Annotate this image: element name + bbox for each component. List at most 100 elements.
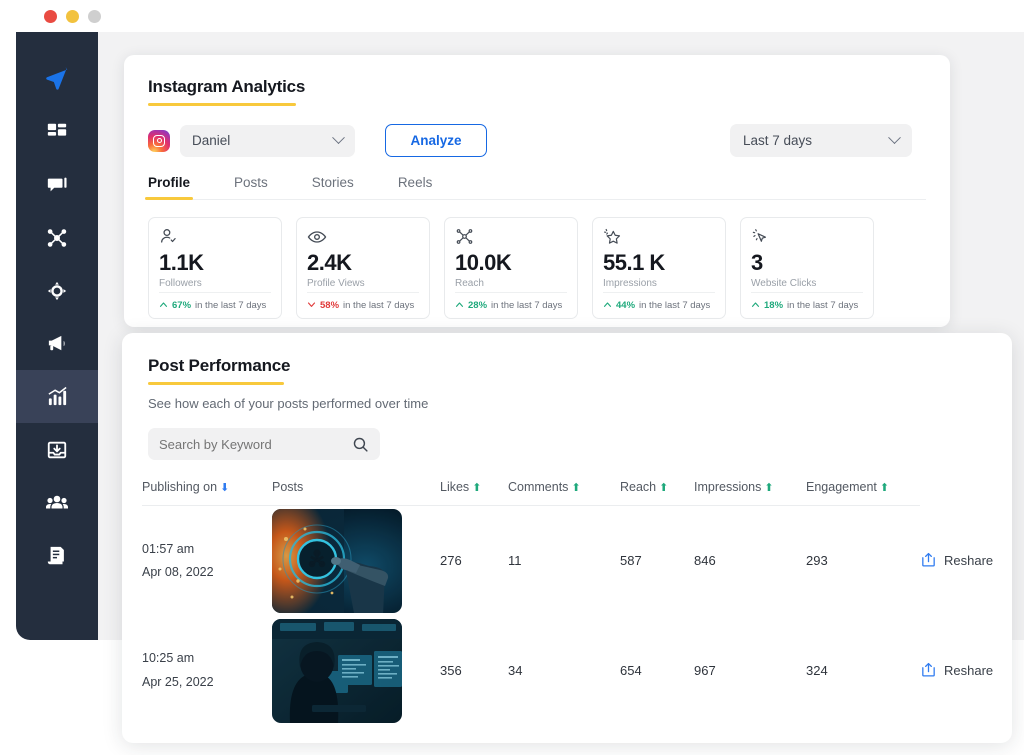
sidebar-item-analytics[interactable] [16, 370, 98, 423]
stat-period: in the last 7 days [195, 300, 267, 311]
cell-action: Reshare [920, 506, 994, 616]
cursor-click-icon [751, 227, 863, 248]
column-label: Publishing on [142, 480, 218, 494]
search-input[interactable] [159, 436, 339, 452]
column-header-comments[interactable]: Comments ⬆ [508, 480, 620, 506]
sort-desc-icon: ⬇ [220, 482, 230, 494]
column-label: Reach [620, 480, 657, 494]
column-header-posts[interactable]: Posts [272, 480, 440, 506]
sidebar-item-dashboard[interactable] [16, 105, 98, 158]
date-range-value: Last 7 days [743, 133, 813, 148]
stat-card-impressions: 55.1 K Impressions 44% in the last 7 days [592, 217, 726, 319]
window-titlebar [16, 0, 1024, 32]
stat-percent: 58% [320, 300, 340, 311]
stat-value: 2.4K [307, 250, 352, 275]
stat-value: 1.1K [159, 250, 204, 275]
post-performance-card: Post Performance See how each of your po… [122, 333, 1012, 743]
reshare-label: Reshare [944, 553, 994, 568]
cell-publishing-on: 10:25 am Apr 25, 2022 [142, 616, 272, 726]
stat-card-reach: 10.0K Reach 28% in the last 7 days [444, 217, 578, 319]
cell-post-thumbnail[interactable] [272, 506, 440, 616]
stat-trend: 18% in the last 7 days [751, 292, 863, 318]
window-close-button[interactable] [44, 9, 57, 23]
chevron-down-icon [888, 131, 901, 145]
tab-profile[interactable]: Profile [144, 175, 194, 200]
column-header-engagement[interactable]: Engagement ⬆ [806, 480, 920, 506]
sidebar-item-inbox[interactable] [16, 423, 98, 476]
cell-likes: 276 [440, 553, 462, 569]
sidebar-item-reports[interactable] [16, 529, 98, 582]
stat-card-profile-views: 2.4K Profile Views 58% in the last 7 days [296, 217, 430, 319]
instagram-analytics-card: Instagram Analytics Daniel Analyze Last … [124, 55, 950, 327]
tab-posts[interactable]: Posts [234, 175, 268, 199]
stat-card-followers: 1.1K Followers 67% in the last 7 days [148, 217, 282, 319]
analyze-button[interactable]: Analyze [385, 124, 487, 157]
sort-asc-icon: ⬆ [571, 482, 581, 494]
app-window: Instagram Analytics Daniel Analyze Last … [0, 0, 1024, 755]
tab-reels[interactable]: Reels [398, 175, 433, 199]
tab-stories[interactable]: Stories [312, 175, 354, 199]
sidebar-item-campaigns[interactable] [16, 317, 98, 370]
cell-comments: 11 [508, 553, 522, 569]
sidebar-item-team[interactable] [16, 476, 98, 529]
user-check-icon [159, 227, 271, 248]
cell-publishing-on: 01:57 am Apr 08, 2022 [142, 506, 272, 616]
stat-value: 10.0K [455, 250, 512, 275]
share-nodes-icon [455, 227, 567, 248]
column-header-publishing-on[interactable]: Publishing on ⬇ [142, 480, 272, 506]
stat-label: Reach [455, 278, 484, 289]
stat-percent: 44% [616, 300, 636, 311]
column-header-impressions[interactable]: Impressions ⬆ [694, 480, 806, 506]
stat-card-website-clicks: 3 Website Clicks 18% in the last 7 days [740, 217, 874, 319]
reshare-icon [920, 661, 937, 681]
search-box[interactable] [148, 428, 380, 460]
sidebar-item-logo-send[interactable] [16, 52, 98, 105]
sidebar-item-targeting[interactable] [16, 264, 98, 317]
stat-label: Website Clicks [751, 278, 817, 289]
reshare-button[interactable]: Reshare [920, 551, 994, 571]
cell-reach: 654 [620, 663, 642, 678]
stat-label: Profile Views [307, 278, 365, 289]
sort-asc-icon: ⬆ [764, 482, 774, 494]
date-range-select[interactable]: Last 7 days [730, 124, 912, 157]
cell-impressions: 967 [694, 663, 716, 678]
cell-likes: 356 [440, 663, 462, 678]
post-performance-table: Publishing on ⬇ Posts Likes ⬆ Comments ⬆ Reach ⬆… [142, 480, 994, 726]
trend-up-icon [455, 300, 464, 312]
window-zoom-button[interactable] [88, 9, 101, 23]
stat-percent: 28% [468, 300, 488, 311]
reshare-button[interactable]: Reshare [920, 661, 994, 681]
stat-period: in the last 7 days [491, 300, 563, 311]
account-select[interactable]: Daniel [180, 124, 355, 157]
post-performance-title: Post Performance [148, 356, 291, 375]
column-header-reach[interactable]: Reach ⬆ [620, 480, 694, 506]
eye-icon [307, 227, 419, 248]
trend-down-icon [307, 300, 316, 312]
account-select-value: Daniel [192, 133, 231, 148]
window-minimize-button[interactable] [66, 9, 79, 23]
column-label: Posts [272, 480, 304, 494]
sidebar-item-network[interactable] [16, 211, 98, 264]
column-label: Impressions [694, 480, 762, 494]
column-header-likes[interactable]: Likes ⬆ [440, 480, 508, 506]
post-performance-subtitle: See how each of your posts performed ove… [148, 396, 429, 411]
sort-asc-icon: ⬆ [472, 482, 482, 494]
table-body: 01:57 am Apr 08, 2022 276 11 587 846 293 Reshar… [142, 506, 994, 726]
table-row: 10:25 am Apr 25, 2022 356 34 654 967 324 Reshar… [142, 616, 994, 726]
title-underline [148, 103, 296, 106]
post-time: 10:25 am [142, 651, 195, 666]
stat-trend: 67% in the last 7 days [159, 292, 271, 318]
reshare-icon [920, 551, 937, 571]
cell-engagement: 324 [806, 663, 828, 678]
sidebar-item-messages[interactable] [16, 158, 98, 211]
sort-asc-icon: ⬆ [659, 482, 669, 494]
instagram-icon [148, 129, 170, 152]
sidebar [16, 32, 98, 640]
column-label: Likes [440, 480, 470, 494]
post-date: Apr 08, 2022 [142, 564, 214, 579]
stat-label: Impressions [603, 278, 657, 289]
stat-period: in the last 7 days [639, 300, 711, 311]
stat-value: 3 [751, 250, 763, 275]
cell-action: Reshare [920, 616, 994, 726]
cell-post-thumbnail[interactable] [272, 616, 440, 726]
